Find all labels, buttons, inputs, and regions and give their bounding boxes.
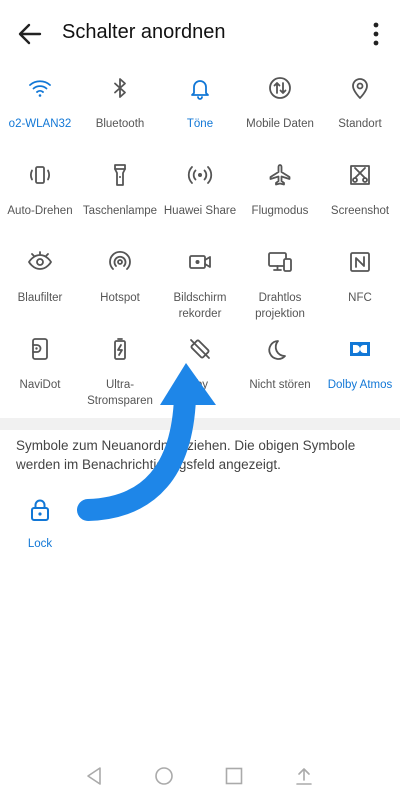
nav-notification-shade-icon[interactable] bbox=[292, 764, 316, 788]
tile-dolby-atmos[interactable]: Dolby Atmos bbox=[320, 329, 400, 393]
location-pin-icon bbox=[320, 68, 400, 108]
tile-flugmodus[interactable]: Flugmodus bbox=[240, 155, 320, 219]
tile-hotspot[interactable]: Hotspot bbox=[80, 242, 160, 306]
tile-label: Mobile Daten bbox=[246, 118, 314, 130]
tile-nfc[interactable]: NFC bbox=[320, 242, 400, 306]
system-navigation-bar bbox=[0, 752, 400, 800]
moon-icon bbox=[240, 329, 320, 369]
eye-icon bbox=[0, 242, 80, 282]
tile-standort[interactable]: Standort bbox=[320, 68, 400, 132]
tile-label: Standort bbox=[338, 118, 382, 130]
section-divider bbox=[0, 418, 400, 430]
tile-label: rby bbox=[192, 379, 208, 391]
battery-icon bbox=[80, 329, 160, 369]
tile-label: Dolby Atmos bbox=[327, 379, 393, 391]
back-arrow-icon[interactable] bbox=[14, 18, 46, 50]
tile-o2-wlan32[interactable]: o2-WLAN32 bbox=[0, 68, 80, 132]
huawei-share-icon bbox=[160, 155, 240, 195]
tile-label: Nicht stören bbox=[249, 379, 311, 391]
tile-töne[interactable]: Töne bbox=[160, 68, 240, 132]
auto-rotate-icon bbox=[0, 155, 80, 195]
tile-label: Töne bbox=[186, 118, 214, 130]
instruction-text: Symbole zum Neuanordnen ziehen. Die obig… bbox=[16, 438, 356, 472]
tile-bluetooth[interactable]: Bluetooth bbox=[80, 68, 160, 132]
tile-screenshot[interactable]: Screenshot bbox=[320, 155, 400, 219]
nfc-icon bbox=[320, 242, 400, 282]
tile-taschenlampe[interactable]: Taschenlampe bbox=[80, 155, 160, 219]
tile-label: Bildschirm rekorder bbox=[173, 292, 227, 320]
bluetooth-icon bbox=[80, 68, 160, 108]
tile-drahtlos-projektion[interactable]: Drahtlos projektion bbox=[240, 242, 320, 322]
tile-label: o2-WLAN32 bbox=[8, 118, 72, 130]
tile-label: Auto-Drehen bbox=[7, 205, 73, 217]
tile-label: Ultra-Stromsparen bbox=[87, 379, 153, 407]
app-header: Schalter anordnen bbox=[0, 0, 400, 68]
tile-mobile-daten[interactable]: Mobile Daten bbox=[240, 68, 320, 132]
flashlight-icon bbox=[80, 155, 160, 195]
tile-bildschirm-rekorder[interactable]: Bildschirm rekorder bbox=[160, 242, 240, 322]
tile-label: Flugmodus bbox=[251, 205, 309, 217]
tile-label: NaviDot bbox=[19, 379, 61, 391]
tile-ultra-stromsparen[interactable]: Ultra-Stromsparen bbox=[80, 329, 160, 409]
bell-icon bbox=[160, 68, 240, 108]
nav-back-icon[interactable] bbox=[82, 764, 106, 788]
tile-label: Hotspot bbox=[100, 292, 140, 304]
tile-lock-label: Lock bbox=[27, 538, 53, 550]
wireless-projection-icon bbox=[240, 242, 320, 282]
tile-label: Bluetooth bbox=[95, 118, 145, 130]
tile-rby[interactable]: rby bbox=[160, 329, 240, 393]
dolby-icon bbox=[320, 329, 400, 369]
screen-recorder-icon bbox=[160, 242, 240, 282]
nav-recents-icon[interactable] bbox=[222, 764, 246, 788]
tile-nicht-stören[interactable]: Nicht stören bbox=[240, 329, 320, 393]
hotspot-icon bbox=[80, 242, 160, 282]
tile-label: Blaufilter bbox=[17, 292, 63, 304]
mobile-data-icon bbox=[240, 68, 320, 108]
tile-label: Screenshot bbox=[330, 205, 390, 217]
screenshot-icon bbox=[320, 155, 400, 195]
tile-label: Huawei Share bbox=[163, 205, 237, 217]
tile-blaufilter[interactable]: Blaufilter bbox=[0, 242, 80, 306]
tile-label: Drahtlos projektion bbox=[255, 292, 305, 320]
navidot-icon bbox=[0, 329, 80, 369]
more-options-icon[interactable] bbox=[362, 18, 390, 50]
tile-label: Taschenlampe bbox=[82, 205, 158, 217]
lock-icon bbox=[31, 499, 49, 521]
tile-huawei-share[interactable]: Huawei Share bbox=[160, 155, 240, 219]
tile-lock[interactable]: Lock bbox=[0, 490, 80, 550]
page-title: Schalter anordnen bbox=[62, 21, 226, 43]
rotate-lock-icon bbox=[160, 329, 240, 369]
airplane-icon bbox=[240, 155, 320, 195]
tile-navidot[interactable]: NaviDot bbox=[0, 329, 80, 393]
nav-home-icon[interactable] bbox=[152, 764, 176, 788]
tile-label: NFC bbox=[348, 292, 372, 304]
wifi-icon bbox=[0, 68, 80, 108]
tile-auto-drehen[interactable]: Auto-Drehen bbox=[0, 155, 80, 219]
